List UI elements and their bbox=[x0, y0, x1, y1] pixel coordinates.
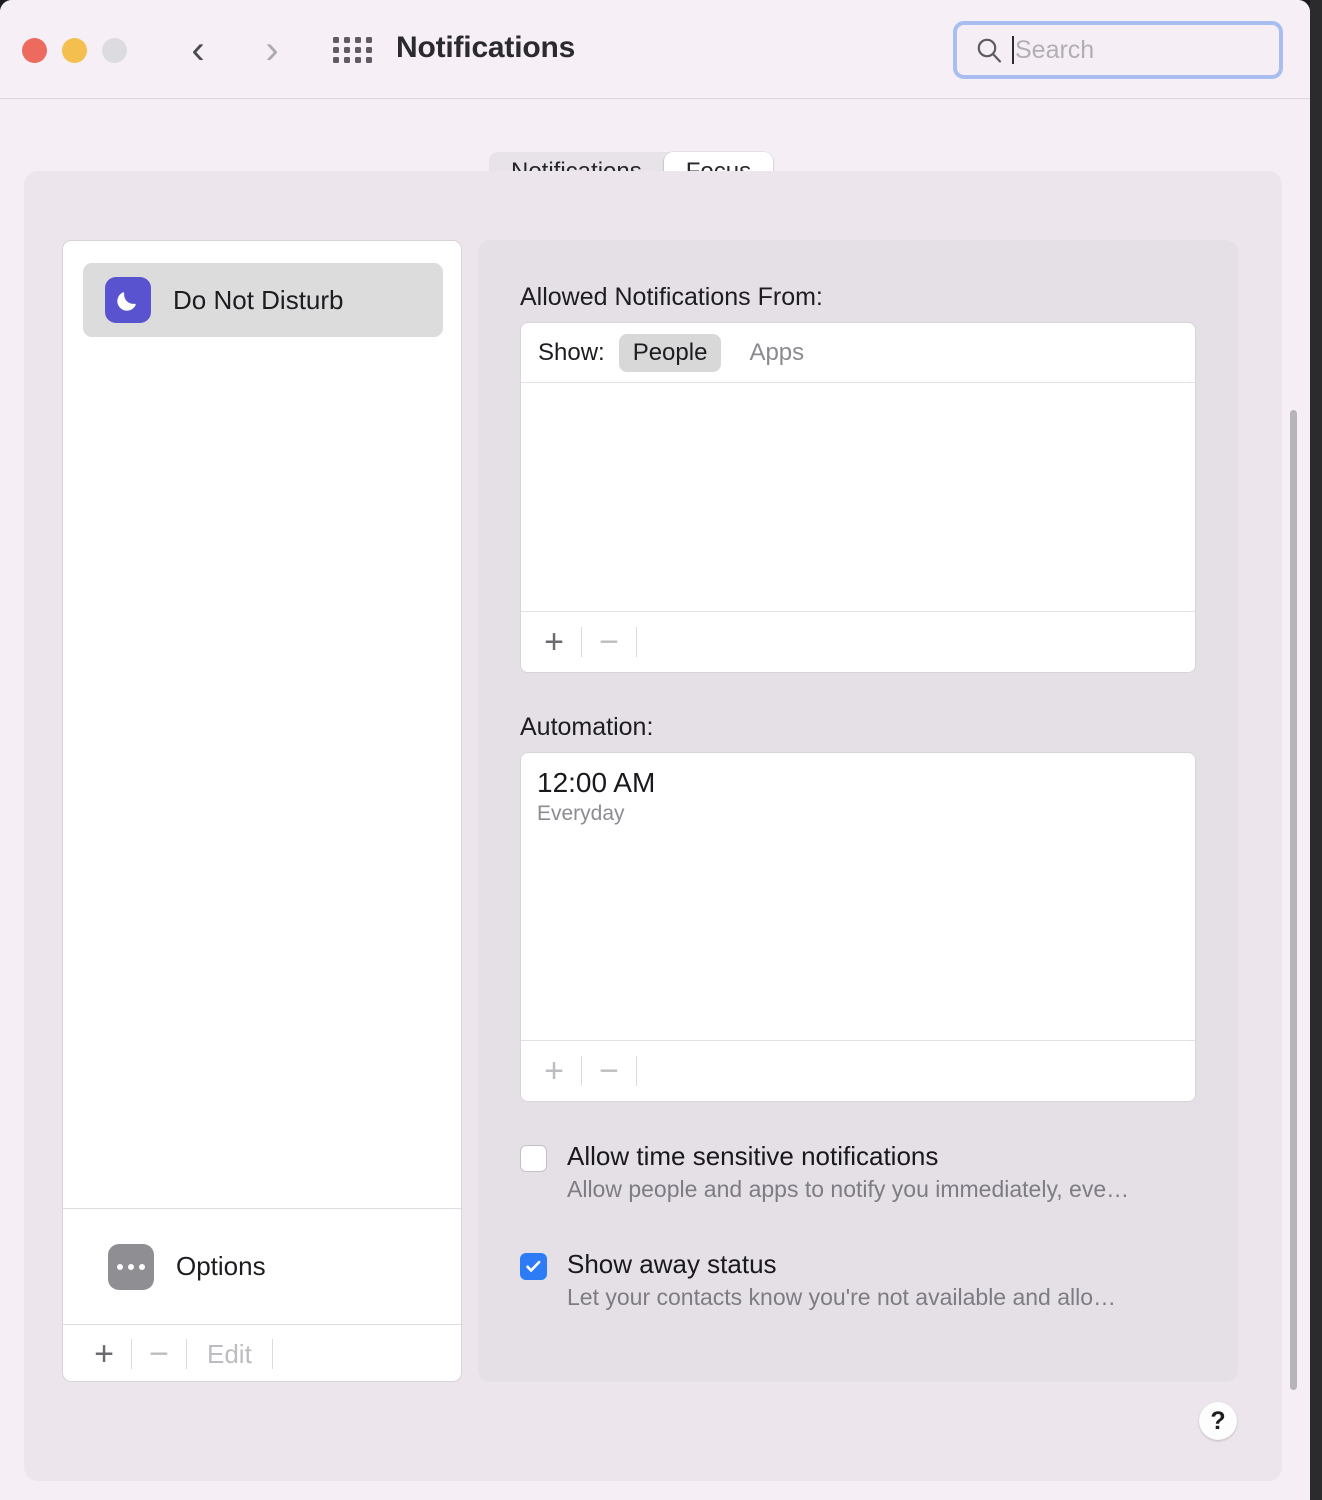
allowed-people-list[interactable] bbox=[521, 384, 1195, 610]
zoom-window-button[interactable] bbox=[102, 38, 127, 63]
show-away-status-label: Show away status bbox=[567, 1249, 777, 1279]
allowed-notifications-heading: Allowed Notifications From: bbox=[520, 283, 823, 311]
help-button[interactable]: ? bbox=[1199, 1402, 1237, 1440]
toolbar-divider bbox=[636, 1056, 637, 1086]
time-sensitive-setting: Allow time sensitive notifications Allow… bbox=[520, 1141, 1196, 1203]
add-allowed-person-button[interactable]: + bbox=[533, 620, 575, 664]
show-segment-apps[interactable]: Apps bbox=[735, 334, 818, 372]
toolbar-divider bbox=[581, 627, 582, 657]
sidebar-item-options[interactable]: Options bbox=[63, 1209, 461, 1324]
ellipsis-icon bbox=[108, 1243, 154, 1290]
allow-time-sensitive-checkbox[interactable] bbox=[520, 1145, 547, 1172]
show-away-status-setting: Show away status Let your contacts know … bbox=[520, 1249, 1196, 1311]
add-automation-button[interactable]: + bbox=[533, 1049, 575, 1093]
options-label: Options bbox=[176, 1251, 266, 1281]
allow-time-sensitive-description: Allow people and apps to notify you imme… bbox=[567, 1176, 1130, 1202]
checkmark-icon bbox=[526, 1260, 541, 1272]
allow-time-sensitive-label: Allow time sensitive notifications bbox=[567, 1141, 939, 1171]
system-preferences-window: ‹ › Notifications Notifications Focus bbox=[0, 0, 1310, 1500]
toolbar-divider bbox=[271, 1338, 273, 1369]
remove-automation-button[interactable]: − bbox=[588, 1049, 630, 1093]
app-grid-icon[interactable] bbox=[333, 34, 372, 66]
sidebar-toolbar: + − Edit bbox=[63, 1325, 461, 1381]
focus-modes-sidebar: Do Not Disturb Options + − Edit bbox=[62, 240, 462, 1382]
close-window-button[interactable] bbox=[22, 38, 47, 63]
focus-modes-list: Do Not Disturb bbox=[63, 241, 461, 1208]
chevron-right-icon[interactable]: › bbox=[250, 28, 294, 72]
chevron-left-icon[interactable]: ‹ bbox=[176, 28, 220, 72]
remove-allowed-person-button[interactable]: − bbox=[588, 620, 630, 664]
allowed-list-toolbar: + − bbox=[521, 611, 1195, 672]
show-label: Show: bbox=[538, 338, 605, 366]
show-segment-people[interactable]: People bbox=[618, 333, 722, 372]
allowed-notifications-box: Show: People Apps + − bbox=[520, 322, 1196, 673]
remove-focus-button[interactable]: − bbox=[138, 1332, 180, 1376]
automation-toolbar: + − bbox=[521, 1040, 1195, 1101]
search-field[interactable] bbox=[953, 21, 1283, 79]
search-text-caret bbox=[1012, 36, 1014, 64]
window-scrollbar-thumb[interactable] bbox=[1290, 410, 1297, 1390]
window-titlebar: ‹ › Notifications bbox=[0, 0, 1310, 99]
automation-list[interactable]: 12:00 AM Everyday bbox=[521, 753, 1195, 826]
sidebar-item-do-not-disturb[interactable]: Do Not Disturb bbox=[83, 263, 443, 337]
toolbar-divider bbox=[131, 1338, 132, 1369]
automation-repeat: Everyday bbox=[537, 802, 625, 826]
window-scrollbar-track[interactable] bbox=[1290, 100, 1310, 1500]
page-title: Notifications bbox=[396, 31, 576, 64]
window-outside-area bbox=[1310, 0, 1322, 1500]
show-filter-bar: Show: People Apps bbox=[521, 323, 1195, 383]
search-input[interactable] bbox=[1015, 35, 1245, 65]
sidebar-item-label: Do Not Disturb bbox=[173, 284, 344, 315]
automation-heading: Automation: bbox=[520, 713, 654, 741]
minimize-window-button[interactable] bbox=[62, 38, 87, 63]
add-focus-button[interactable]: + bbox=[83, 1332, 125, 1376]
edit-focus-button[interactable]: Edit bbox=[193, 1332, 266, 1376]
show-away-status-checkbox[interactable] bbox=[520, 1253, 547, 1280]
toolbar-divider bbox=[581, 1056, 582, 1086]
automation-box: 12:00 AM Everyday + − bbox=[520, 752, 1196, 1102]
toolbar-divider bbox=[636, 627, 637, 657]
toolbar-divider bbox=[186, 1338, 187, 1369]
automation-time: 12:00 AM bbox=[537, 767, 656, 798]
search-icon bbox=[977, 38, 1002, 63]
show-away-status-description: Let your contacts know you're not availa… bbox=[567, 1284, 1117, 1310]
moon-icon bbox=[105, 277, 151, 323]
